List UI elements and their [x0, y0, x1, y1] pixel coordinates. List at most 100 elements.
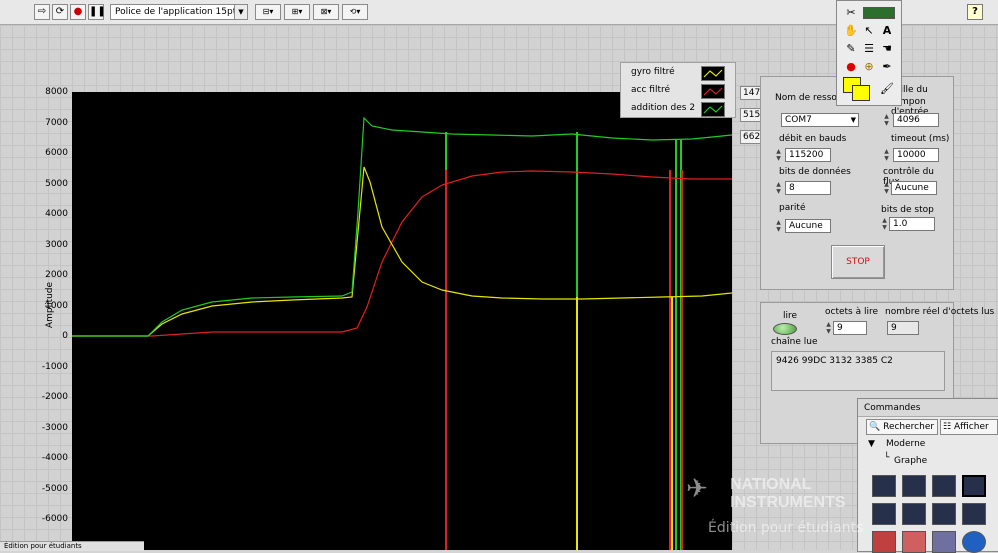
- intensity-chart-icon[interactable]: [872, 503, 896, 525]
- spin-arrows-icon[interactable]: ▲ ▼: [775, 181, 782, 195]
- bytes-read-label: nombre réel d'octets lus: [885, 307, 995, 317]
- databits-field[interactable]: 8: [785, 181, 831, 195]
- led-label: lire: [783, 311, 798, 321]
- y-tick: 8000: [45, 87, 68, 97]
- search-button[interactable]: 🔍 Rechercher: [866, 419, 938, 435]
- y-tick: 4000: [45, 209, 68, 219]
- commands-palette: Commandes 🔍 Rechercher ☷ Afficher ▼ Mode…: [857, 398, 998, 553]
- y-tick: 5000: [45, 179, 68, 189]
- resource-select[interactable]: COM7 ▼: [781, 113, 859, 127]
- timeout-field[interactable]: 10000: [893, 148, 939, 162]
- position-tool-icon[interactable]: ↖: [861, 23, 877, 39]
- search-label: Rechercher: [883, 422, 935, 432]
- timeout-label: timeout (ms): [891, 134, 950, 144]
- y-tick: 1000: [45, 301, 68, 311]
- get-color-icon[interactable]: ✒: [879, 59, 895, 75]
- spin-arrows-icon[interactable]: ▲ ▼: [881, 217, 888, 231]
- breakpoint-tool-icon[interactable]: ●: [843, 59, 859, 75]
- chevron-down-icon: ▼: [234, 5, 247, 19]
- y-tick: 0: [62, 331, 68, 341]
- tree-collapse-icon[interactable]: ▼: [868, 439, 875, 449]
- spin-arrows-icon[interactable]: ▲ ▼: [883, 148, 890, 162]
- automatic-selection-icon[interactable]: [863, 7, 895, 19]
- pause-icon[interactable]: ❚❚: [88, 4, 106, 20]
- intensity-graph-icon[interactable]: [902, 503, 926, 525]
- stop-button[interactable]: STOP: [831, 245, 885, 279]
- watermark-line1: NATIONAL: [730, 476, 812, 493]
- legend-swatch: [701, 84, 725, 99]
- resize-objects-icon[interactable]: ⊠▾: [313, 4, 339, 20]
- distribute-objects-icon[interactable]: ⊞▾: [284, 4, 310, 20]
- stopbits-field[interactable]: 1.0: [889, 217, 935, 231]
- y-tick: 6000: [45, 148, 68, 158]
- bytes-read-field: 9: [887, 321, 919, 335]
- y-axis-label: Amplitude: [45, 281, 55, 329]
- parity-field[interactable]: Aucune: [785, 219, 831, 233]
- waveform-graph-icon[interactable]: [902, 475, 926, 497]
- xy-graph-icon[interactable]: [932, 475, 956, 497]
- ni-watermark: ✈ NATIONAL INSTRUMENTS Édition pour étud…: [686, 470, 863, 550]
- wiring-tool-icon[interactable]: ✎: [843, 41, 859, 57]
- y-tick: -5000: [41, 484, 68, 494]
- shortcut-menu-icon[interactable]: ☰: [861, 41, 877, 57]
- digital-waveform-icon[interactable]: [932, 503, 956, 525]
- spin-arrows-icon[interactable]: ▲ ▼: [775, 148, 782, 162]
- parity-label: parité: [779, 203, 806, 213]
- series-acc-filtre: [72, 170, 732, 337]
- legend-entry[interactable]: gyro filtré: [621, 64, 735, 81]
- stopbits-label: bits de stop: [881, 205, 934, 215]
- spin-arrows-icon[interactable]: ▲ ▼: [775, 219, 782, 233]
- font-select[interactable]: Police de l'application 15pts ▼: [110, 4, 248, 20]
- paintbrush-icon[interactable]: 🖌: [879, 81, 895, 97]
- databits-label: bits de données: [779, 167, 851, 177]
- graph-plot: [72, 116, 733, 550]
- commands-title: Commandes: [858, 399, 998, 417]
- tree-child[interactable]: Graphe: [894, 456, 927, 466]
- legend-entry[interactable]: addition des 2: [621, 100, 735, 117]
- buffer-field[interactable]: 4096: [893, 113, 939, 127]
- tree-root[interactable]: Moderne: [886, 439, 925, 449]
- spin-arrows-icon[interactable]: ▲ ▼: [883, 181, 890, 195]
- align-objects-icon[interactable]: ⊟▾: [255, 4, 281, 20]
- text-tool-icon[interactable]: A: [879, 23, 895, 39]
- probe-tool-icon[interactable]: ⊕: [861, 59, 877, 75]
- help-button[interactable]: ?: [967, 4, 983, 20]
- show-label: Afficher: [953, 422, 989, 432]
- spin-arrows-icon[interactable]: ▲ ▼: [825, 321, 832, 335]
- plot-legend[interactable]: gyro filtré acc filtré addition des 2: [620, 62, 736, 118]
- baud-field[interactable]: 115200: [785, 148, 831, 162]
- read-led[interactable]: [773, 323, 797, 335]
- legend-swatch: [701, 102, 725, 117]
- legend-entry[interactable]: acc filtré: [621, 82, 735, 99]
- legend-label: addition des 2: [631, 103, 696, 113]
- chevron-down-icon: ▼: [850, 116, 856, 124]
- led-caption: chaîne lue: [771, 337, 818, 347]
- waveform-chart-icon[interactable]: [872, 475, 896, 497]
- automatic-tool-icon[interactable]: ✂: [843, 5, 859, 21]
- ni-logo-icon: ✈: [686, 474, 708, 504]
- font-select-label: Police de l'application 15pts: [115, 7, 241, 17]
- spin-arrows-icon[interactable]: ▲ ▼: [883, 113, 890, 127]
- operate-tool-icon[interactable]: ✋: [843, 23, 859, 39]
- legend-label: gyro filtré: [631, 67, 675, 77]
- abort-icon[interactable]: ●: [70, 4, 86, 20]
- list-icon: ☷: [943, 422, 952, 432]
- show-button[interactable]: ☷ Afficher: [940, 419, 998, 435]
- y-tick: -4000: [41, 453, 68, 463]
- bytes-to-read-label: octets à lire: [825, 307, 879, 317]
- mixed-signal-icon[interactable]: [962, 503, 986, 525]
- search-icon: 🔍: [869, 422, 881, 432]
- bytes-to-read-field[interactable]: 9: [833, 321, 867, 335]
- waveform-graph[interactable]: [72, 92, 733, 550]
- y-tick: -6000: [41, 514, 68, 524]
- reorder-icon[interactable]: ⟲▾: [342, 4, 368, 20]
- set-color-icon[interactable]: [843, 77, 873, 101]
- resource-value: COM7: [785, 115, 812, 125]
- scroll-tool-icon[interactable]: ☚: [879, 41, 895, 57]
- series-gyro-filtre: [72, 166, 733, 337]
- tools-palette: ✂ ✋ ↖ A ✎ ☰ ☚ ● ⊕ ✒ 🖌: [836, 0, 902, 106]
- flow-field[interactable]: Aucune: [891, 181, 937, 195]
- y-tick: 7000: [45, 118, 68, 128]
- y-tick: 3000: [45, 240, 68, 250]
- ex-xy-graph-icon[interactable]: [962, 475, 986, 497]
